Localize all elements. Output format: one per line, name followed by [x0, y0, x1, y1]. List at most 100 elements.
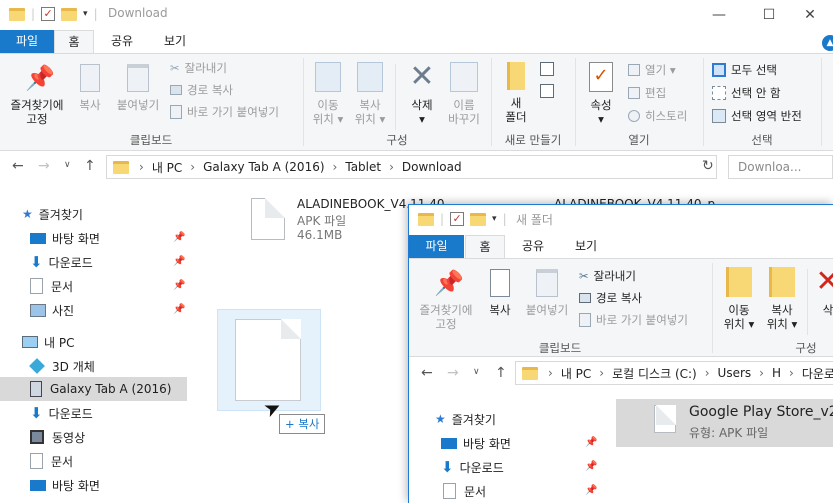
- address-bar[interactable]: › 내 PC › Galaxy Tab A (2016) › Tablet › …: [106, 155, 717, 179]
- breadcrumb-item[interactable]: H: [772, 366, 781, 380]
- move-to-button[interactable]: 이동 위치 ▾: [719, 267, 759, 331]
- search-input[interactable]: Downloa...: [728, 155, 833, 179]
- cut-button[interactable]: ✂ 잘라내기: [579, 268, 636, 284]
- up-arrow-icon[interactable]: ↑: [84, 158, 96, 174]
- sidebar-item-videos[interactable]: 동영상: [30, 425, 85, 449]
- breadcrumb-item[interactable]: Download: [402, 160, 462, 174]
- customize-qat-icon[interactable]: ▾: [83, 9, 88, 19]
- video-icon: [30, 430, 44, 444]
- new-folder-icon[interactable]: [470, 212, 487, 226]
- clipboard-icon: [127, 64, 149, 92]
- quick-access-toolbar: | ✓ ▾ |: [418, 212, 507, 226]
- new-folder-button[interactable]: 새 폴더: [500, 62, 532, 124]
- history-button[interactable]: 히스토리: [628, 108, 687, 124]
- recent-locations-icon[interactable]: ∨: [64, 160, 71, 170]
- select-none-button[interactable]: 선택 안 함: [712, 85, 781, 101]
- sidebar-item-downloads-2[interactable]: ⬇ 다운로드: [30, 401, 93, 425]
- sidebar-item-desktop[interactable]: 바탕 화면: [30, 226, 100, 250]
- desktop-icon: [441, 437, 457, 449]
- delete-button[interactable]: ✕ 삭제 ▾: [402, 62, 442, 127]
- new-folder-icon[interactable]: [61, 7, 78, 21]
- properties-check-icon[interactable]: ✓: [41, 7, 56, 21]
- back-arrow-icon[interactable]: ←: [421, 365, 433, 381]
- copy-button[interactable]: 복사: [483, 269, 517, 317]
- new-item-icon[interactable]: [540, 62, 554, 76]
- breadcrumb-item[interactable]: Users: [718, 366, 752, 380]
- breadcrumb-item[interactable]: Tablet: [345, 160, 381, 174]
- rename-button[interactable]: 이름 바꾸기: [444, 62, 484, 126]
- open-button[interactable]: 열기 ▾: [628, 62, 676, 78]
- paste-shortcut-button[interactable]: 바로 가기 붙여넣기: [170, 104, 279, 120]
- invert-selection-button[interactable]: 선택 영역 반전: [712, 108, 802, 124]
- cut-label: 잘라내기: [593, 269, 636, 283]
- tab-file[interactable]: 파일: [409, 235, 464, 259]
- folder-icon: [418, 212, 434, 226]
- refresh-icon[interactable]: ↻: [702, 158, 714, 174]
- copy-path-button[interactable]: 경로 복사: [170, 82, 233, 98]
- ribbon-collapse-icon[interactable]: ▲: [822, 35, 833, 51]
- breadcrumb-item[interactable]: 다운로: [802, 365, 833, 382]
- properties-check-icon[interactable]: ✓: [450, 212, 465, 226]
- sidebar-item-quick-access[interactable]: ★ 즐겨찾기: [22, 202, 83, 226]
- sidebar-item-documents-2[interactable]: 문서: [30, 449, 73, 473]
- properties-label: 속성 ▾: [590, 98, 612, 126]
- easy-access-icon[interactable]: [540, 84, 554, 98]
- copy-path-button[interactable]: 경로 복사: [579, 290, 642, 306]
- tab-home[interactable]: 홈: [54, 30, 94, 54]
- close-button[interactable]: ✕: [787, 0, 833, 30]
- copy-to-button[interactable]: 복사 위치 ▾: [350, 62, 390, 126]
- address-bar[interactable]: › 내 PC › 로컬 디스크 (C:) › Users › H › 다운로: [515, 361, 833, 385]
- back-arrow-icon[interactable]: ←: [12, 158, 24, 174]
- edit-label: 편집: [645, 86, 667, 100]
- edit-button[interactable]: 편집: [628, 85, 666, 101]
- dragged-file-icon: [235, 319, 301, 401]
- forward-arrow-icon[interactable]: →: [38, 158, 50, 174]
- sidebar-item-pictures[interactable]: 사진: [30, 298, 74, 322]
- sidebar-item-3d-objects[interactable]: 3D 개체: [29, 354, 95, 378]
- forward-arrow-icon[interactable]: →: [447, 365, 459, 381]
- paste-button[interactable]: 붙여넣기: [519, 269, 575, 317]
- breadcrumb-item[interactable]: 내 PC: [152, 159, 182, 176]
- properties-button[interactable]: ✓ 속성 ▾: [582, 62, 620, 126]
- sidebar-item-galaxy-tab[interactable]: Galaxy Tab A (2016): [0, 377, 187, 401]
- sidebar-item-desktop[interactable]: 바탕 화면: [441, 431, 511, 455]
- breadcrumb-item[interactable]: 로컬 디스크 (C:): [612, 365, 697, 382]
- move-to-icon: [315, 62, 341, 92]
- pin-quick-access-button[interactable]: 📌 즐겨찾기에 고정: [411, 269, 481, 331]
- recent-locations-icon[interactable]: ∨: [473, 367, 480, 377]
- customize-qat-icon[interactable]: ▾: [492, 214, 497, 224]
- copy-button[interactable]: 복사: [72, 64, 108, 112]
- tab-share[interactable]: 공유: [98, 30, 146, 54]
- sidebar-item-quick-access[interactable]: ★ 즐겨찾기: [435, 407, 496, 431]
- sidebar-label: 다운로드: [48, 255, 93, 270]
- up-arrow-icon[interactable]: ↑: [495, 365, 507, 381]
- sidebar-item-this-pc[interactable]: 내 PC: [22, 330, 74, 354]
- delete-button[interactable]: ✕ 삭: [813, 267, 833, 318]
- sidebar-item-desktop-2[interactable]: 바탕 화면: [30, 473, 100, 497]
- pin-icon: 📌: [173, 280, 186, 291]
- pin-quick-access-button[interactable]: 📌 즐겨찾기에 고정: [2, 64, 72, 126]
- tab-home[interactable]: 홈: [465, 235, 505, 259]
- apk-file-icon[interactable]: [251, 198, 285, 240]
- copy-to-button[interactable]: 복사 위치 ▾: [762, 267, 802, 331]
- move-to-button[interactable]: 이동 위치 ▾: [308, 62, 348, 126]
- sidebar-item-downloads[interactable]: ⬇ 다운로드: [441, 455, 504, 479]
- sidebar-item-downloads[interactable]: ⬇ 다운로드: [30, 250, 93, 274]
- sidebar-item-documents[interactable]: 문서: [443, 479, 486, 503]
- invert-selection-label: 선택 영역 반전: [731, 109, 802, 123]
- tab-view[interactable]: 보기: [150, 30, 200, 54]
- maximize-button[interactable]: ☐: [746, 0, 792, 30]
- breadcrumb-item[interactable]: 내 PC: [561, 365, 591, 382]
- breadcrumb-item[interactable]: Galaxy Tab A (2016): [203, 160, 324, 174]
- minimize-button[interactable]: —: [696, 0, 742, 30]
- tab-view[interactable]: 보기: [561, 235, 611, 259]
- folder-icon: [522, 366, 538, 380]
- paste-shortcut-button[interactable]: 바로 가기 붙여넣기: [579, 312, 688, 328]
- file-row-selected[interactable]: Google Play Store_v2 유형: APK 파일: [616, 399, 833, 447]
- select-all-button[interactable]: 모두 선택: [712, 62, 777, 78]
- cut-button[interactable]: ✂ 잘라내기: [170, 60, 227, 76]
- tab-file[interactable]: 파일: [0, 30, 54, 54]
- tab-share[interactable]: 공유: [509, 235, 557, 259]
- paste-button[interactable]: 붙여넣기: [110, 64, 166, 112]
- sidebar-item-documents[interactable]: 문서: [30, 274, 73, 298]
